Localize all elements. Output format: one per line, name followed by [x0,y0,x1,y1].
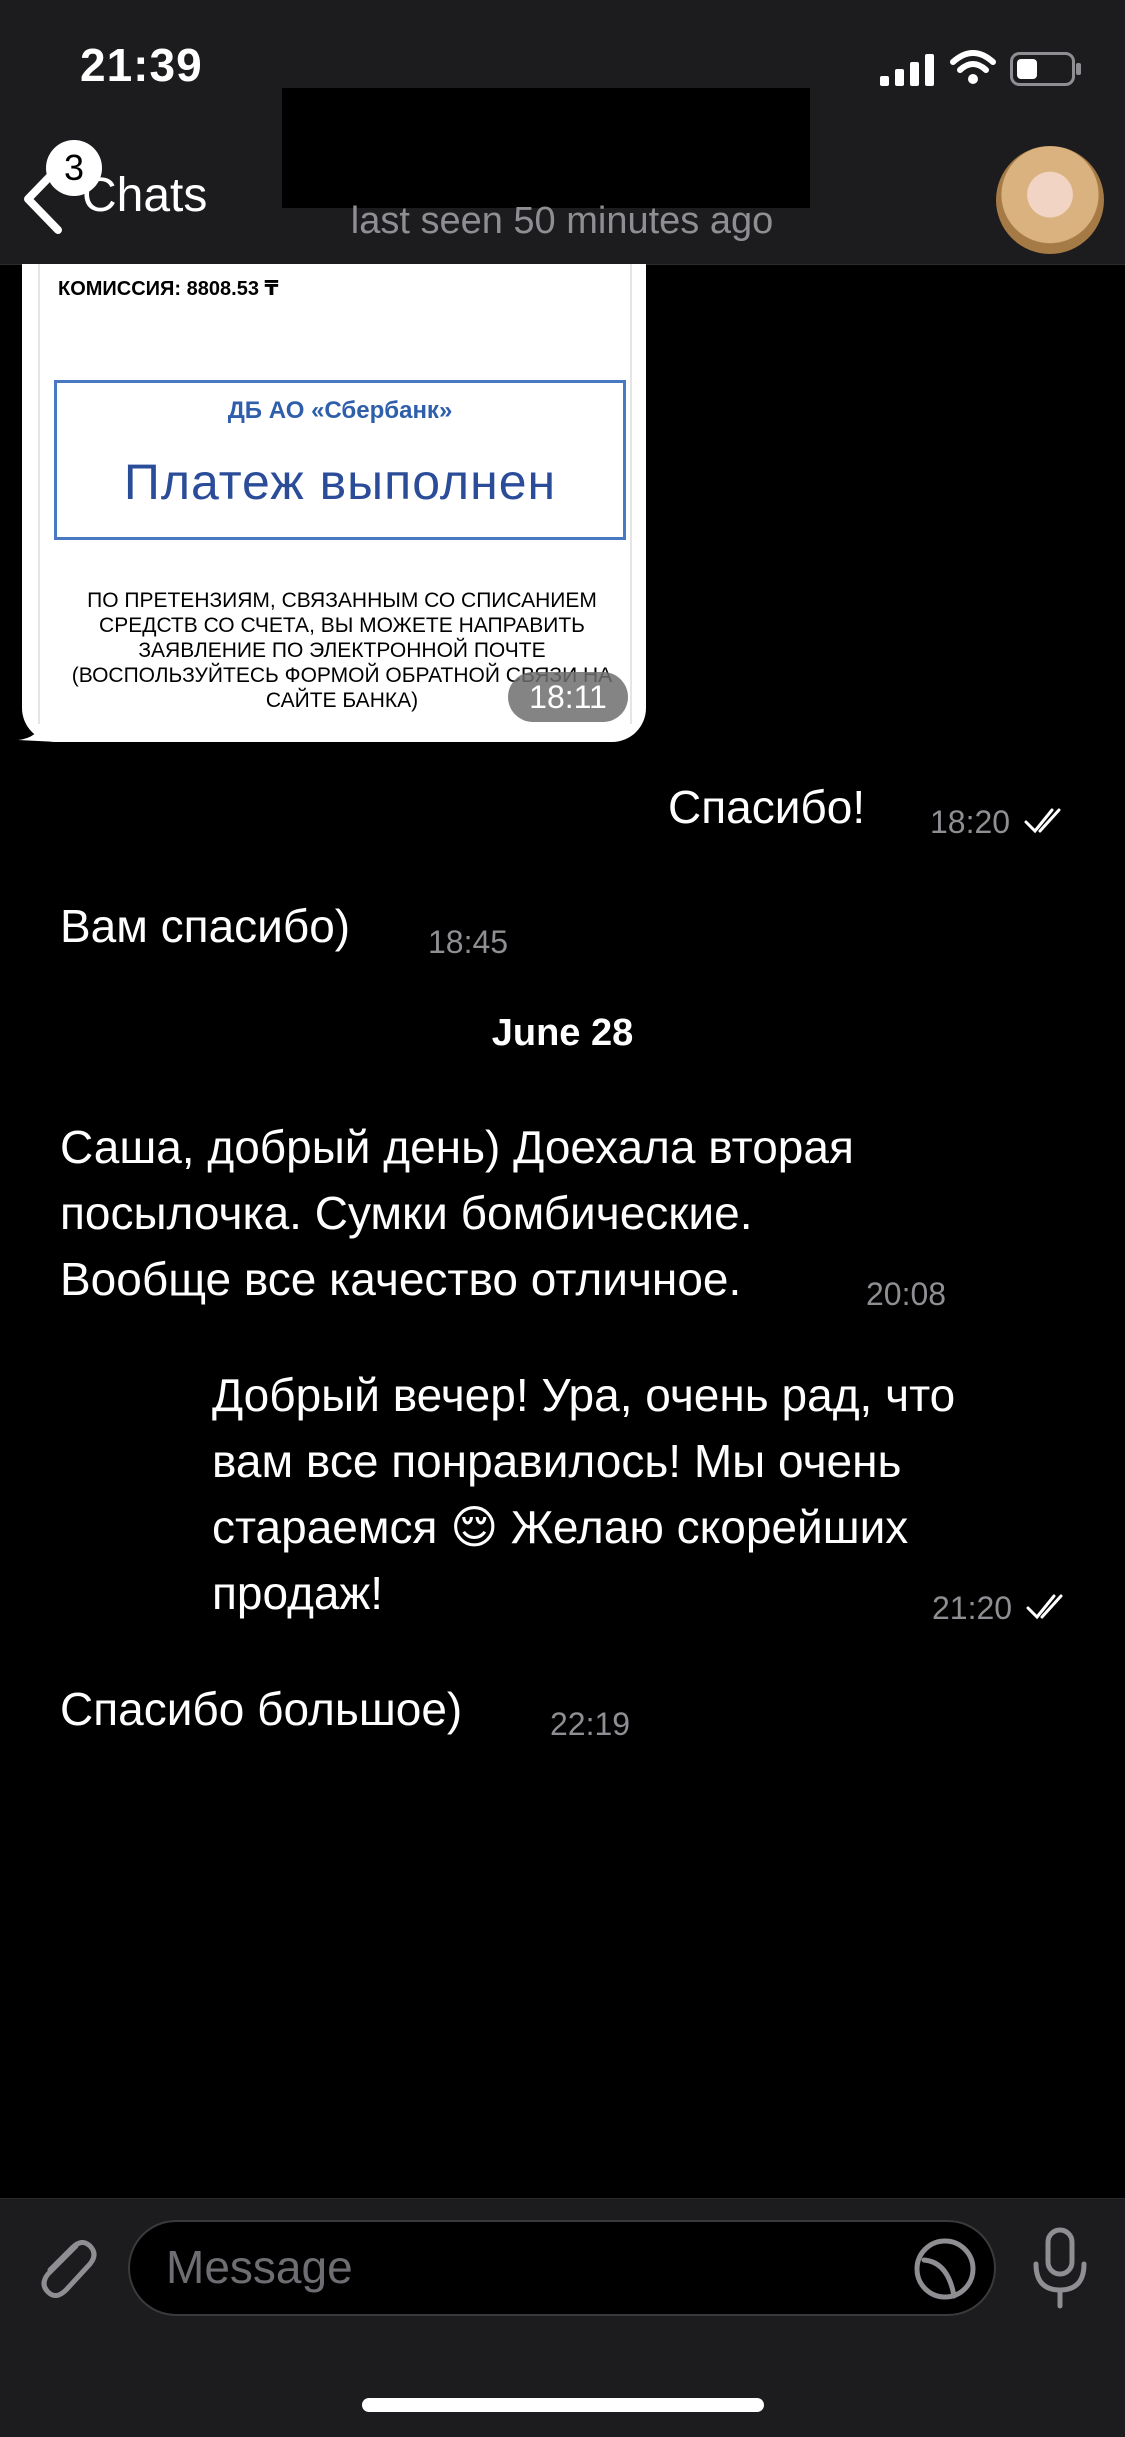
contact-name-redacted[interactable] [282,88,810,208]
wifi-icon [950,50,996,84]
message-time: 21:20 [932,1590,1013,1626]
last-seen-status: last seen 50 minutes ago [350,200,774,242]
message-text[interactable]: Спасибо большое) [60,1676,462,1742]
battery-icon [1010,52,1081,86]
back-button-label[interactable]: Chats [82,168,207,223]
message-text-line[interactable]: стараемся 😌 Желаю скорейших [212,1494,908,1560]
stamp-bank-name: ДБ АО «Сбербанк» [227,397,453,424]
microphone-icon[interactable] [1030,2226,1090,2310]
message-text-line[interactable]: Вообще все качество отличное. [60,1246,741,1312]
message-time: 22:19 [550,1706,631,1742]
message-time: 18:45 [428,924,509,960]
sticker-icon[interactable] [912,2236,978,2302]
message-time: 20:08 [866,1276,947,1312]
receipt-commission: КОМИССИЯ: 8808.53 ₸ [58,278,279,300]
message-text-line[interactable]: посылочка. Сумки бомбические. [60,1180,752,1246]
message-time: 18:20 [930,804,1011,840]
receipt-timestamp: 18:11 [508,672,628,722]
message-input-placeholder[interactable]: Message [166,2240,353,2294]
message-text-line[interactable]: вам все понравилось! Мы очень [212,1428,902,1494]
message-text-line[interactable]: Добрый вечер! Ура, очень рад, что [212,1362,955,1428]
message-text[interactable]: Вам спасибо) [60,893,350,959]
message-text-line[interactable]: Саша, добрый день) Доехала вторая [60,1114,854,1180]
home-indicator[interactable] [362,2398,764,2412]
attachment-paperclip-icon[interactable] [30,2228,100,2304]
message-text-line[interactable]: продаж! [212,1560,383,1626]
read-receipt-icon [1026,1594,1063,1620]
cellular-signal-icon [880,54,934,86]
receipt-stamp: ДБ АО «Сбербанк» Платеж выполнен [54,380,626,540]
status-time: 21:39 [80,39,203,91]
read-receipt-icon [1024,808,1061,834]
receipt-image-message[interactable]: КОМИССИЯ: 8808.53 ₸ ДБ АО «Сбербанк» Пла… [22,264,646,742]
stamp-payment-status: Платеж выполнен [123,454,557,510]
date-separator: June 28 [491,1012,634,1054]
message-text[interactable]: Спасибо! [668,774,865,840]
contact-avatar[interactable] [996,146,1104,254]
bubble-tail [18,720,58,742]
